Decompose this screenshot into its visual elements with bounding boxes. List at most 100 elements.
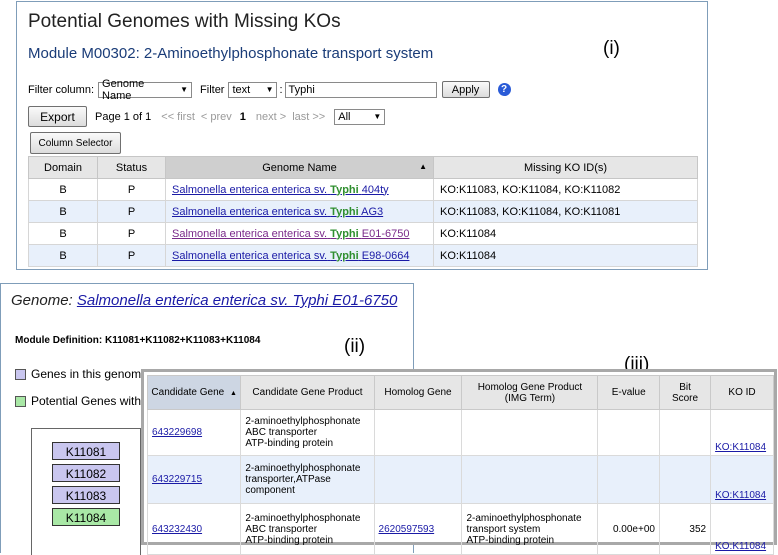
domain-cell: B (28, 200, 98, 223)
candidate-product-cell: 2-aminoethylphosphonate ABC transporter AT… (240, 409, 375, 456)
ko-box[interactable]: K11082 (52, 464, 120, 482)
candidate-gene-cell: 643232430 (146, 503, 242, 555)
filter-column-label: Filter column: (28, 83, 95, 96)
ko-diagram: K11081 K11082 K11083 K11084 (31, 428, 141, 555)
page-count: Page 1 of 1 (95, 110, 152, 123)
col-header-status[interactable]: Status (97, 156, 166, 179)
chevron-down-icon: ▼ (265, 85, 274, 94)
domain-cell: B (28, 178, 98, 201)
missing-ko-cell: KO:K11083, KO:K11084, KO:K11082 (433, 178, 698, 201)
table-row: 643229698 2-aminoethylphosphonate ABC tran… (146, 409, 774, 456)
genome-name-cell: Salmonella enterica enterica sv. Typhi A… (165, 200, 434, 223)
table-row: B P Salmonella enterica enterica sv. Typhi… (28, 222, 698, 245)
genome-label: Genome: (11, 292, 73, 309)
sort-ascending-icon: ▲ (230, 390, 237, 397)
domain-cell: B (28, 222, 98, 245)
col-header-evalue[interactable]: E-value (597, 375, 660, 410)
apply-button[interactable]: Apply (441, 81, 490, 98)
candidate-genes-panel: Candidate Gene ▲ Candidate Gene Product … (141, 369, 777, 555)
candidate-gene-link[interactable]: 643229698 (152, 427, 202, 438)
genome-name-cell: Salmonella enterica enterica sv. Typhi E… (165, 244, 434, 267)
per-page-select[interactable]: All ▼ (334, 108, 386, 125)
ko-id-link[interactable]: KO:K11084 (715, 541, 766, 552)
homolog-gene-link[interactable]: 2620597593 (379, 524, 435, 535)
candidate-gene-link[interactable]: 643229715 (152, 474, 202, 485)
col-header-homolog-product[interactable]: Homolog Gene Product (IMG Term) (461, 375, 599, 410)
genome-link[interactable]: Salmonella enterica enterica sv. Typhi E… (77, 292, 397, 309)
col-header-bit-score[interactable]: Bit Score (658, 375, 712, 410)
column-selector-button[interactable]: Column Selector (30, 132, 121, 154)
prev-page-link[interactable]: < prev (201, 111, 232, 123)
genome-name-cell: Salmonella enterica enterica sv. Typhi E… (165, 222, 434, 245)
col-header-candidate-gene[interactable]: Candidate Gene ▲ (146, 375, 242, 410)
module-subtitle: Module M00302: 2-Aminoethylphosphonate t… (28, 45, 434, 62)
homolog-gene-cell: 2620597593 (373, 503, 463, 555)
sort-ascending-icon: ▲ (419, 162, 427, 171)
table-row: B P Salmonella enterica enterica sv. Typhi… (28, 200, 698, 223)
export-button[interactable]: Export (28, 106, 87, 127)
current-page: 1 (239, 110, 246, 123)
genome-link[interactable]: Salmonella enterica enterica sv. Typhi 4… (172, 184, 389, 196)
homolog-product-cell: 2-aminoethylphosphonate transport system A… (461, 503, 599, 555)
candidate-product-cell: 2-aminoethylphosphonate transporter,ATPas… (240, 455, 375, 504)
col-header-homolog-gene[interactable]: Homolog Gene (373, 375, 463, 410)
ko-box[interactable]: K11083 (52, 486, 120, 504)
genome-heading: Genome: Salmonella enterica enterica sv.… (11, 292, 397, 309)
col-header-genome-name[interactable]: Genome Name ▲ (165, 156, 434, 179)
last-page-link[interactable]: last >> (292, 111, 325, 123)
evalue-cell: 0.00e+00 (597, 503, 660, 555)
genomes-panel: Potential Genomes with Missing KOs Modul… (16, 1, 708, 270)
genomes-table: Domain Status Genome Name ▲ Missing KO I… (28, 156, 698, 267)
candidate-product-cell: 2-aminoethylphosphonate ABC transporter AT… (240, 503, 375, 555)
module-definition: Module Definition: K11081+K11082+K11083+… (15, 335, 261, 346)
ko-id-link[interactable]: KO:K11084 (715, 490, 766, 501)
ko-id-cell: KO:K11084 (710, 409, 774, 456)
bit-score-cell (658, 409, 712, 456)
col-header-ko-id[interactable]: KO ID (710, 375, 774, 410)
candidate-gene-cell: 643229698 (146, 409, 242, 456)
status-cell: P (97, 178, 166, 201)
help-icon[interactable]: ? (497, 83, 511, 96)
legend-potential: Potential Genes with K (15, 394, 152, 408)
genome-link[interactable]: Salmonella enterica enterica sv. Typhi E… (172, 228, 409, 240)
legend-present: Genes in this genom (15, 367, 141, 381)
filter-bar: Filter column: Genome Name ▼ Filter text ▼… (28, 78, 511, 102)
table-row: B P Salmonella enterica enterica sv. Typhi… (28, 178, 698, 201)
status-cell: P (97, 244, 166, 267)
filter-column-select[interactable]: Genome Name ▼ (98, 78, 193, 102)
ko-box[interactable]: K11081 (52, 442, 120, 460)
homolog-product-cell (461, 409, 599, 456)
col-header-missing-ko[interactable]: Missing KO ID(s) (433, 156, 698, 179)
evalue-cell (597, 409, 660, 456)
page-title: Potential Genomes with Missing KOs (28, 11, 341, 32)
ko-id-cell: KO:K11084 (710, 503, 774, 555)
legend-swatch-present (15, 368, 26, 380)
missing-ko-cell: KO:K11084 (433, 222, 698, 245)
filter-label: Filter (200, 83, 225, 96)
status-cell: P (97, 200, 166, 223)
filter-type-select[interactable]: text ▼ (228, 81, 278, 98)
legend-swatch-potential (15, 395, 26, 407)
ko-id-link[interactable]: KO:K11084 (715, 442, 766, 453)
chevron-down-icon: ▼ (180, 85, 189, 94)
pagination-bar: Export Page 1 of 1 << first < prev 1 nex… (28, 106, 386, 127)
first-page-link[interactable]: << first (161, 111, 195, 123)
next-page-link[interactable]: next > (256, 111, 286, 123)
col-header-candidate-product[interactable]: Candidate Gene Product (240, 375, 375, 410)
filter-colon: : (279, 83, 283, 96)
genome-link[interactable]: Salmonella enterica enterica sv. Typhi E… (172, 250, 409, 262)
filter-query-input[interactable]: Typhi (284, 81, 437, 98)
chevron-down-icon: ▼ (373, 112, 382, 121)
ko-box[interactable]: K11084 (52, 508, 120, 526)
bit-score-cell: 352 (658, 503, 712, 555)
panel-label-i: (i) (603, 38, 620, 59)
genome-name-cell: Salmonella enterica enterica sv. Typhi 4… (165, 178, 434, 201)
homolog-product-cell (461, 455, 599, 504)
missing-ko-cell: KO:K11083, KO:K11084, KO:K11081 (433, 200, 698, 223)
bit-score-cell (658, 455, 712, 504)
genome-link[interactable]: Salmonella enterica enterica sv. Typhi A… (172, 206, 383, 218)
homolog-gene-cell (373, 409, 463, 456)
candidate-gene-link[interactable]: 643232430 (152, 524, 202, 535)
col-header-domain[interactable]: Domain (28, 156, 98, 179)
homolog-gene-cell (373, 455, 463, 504)
